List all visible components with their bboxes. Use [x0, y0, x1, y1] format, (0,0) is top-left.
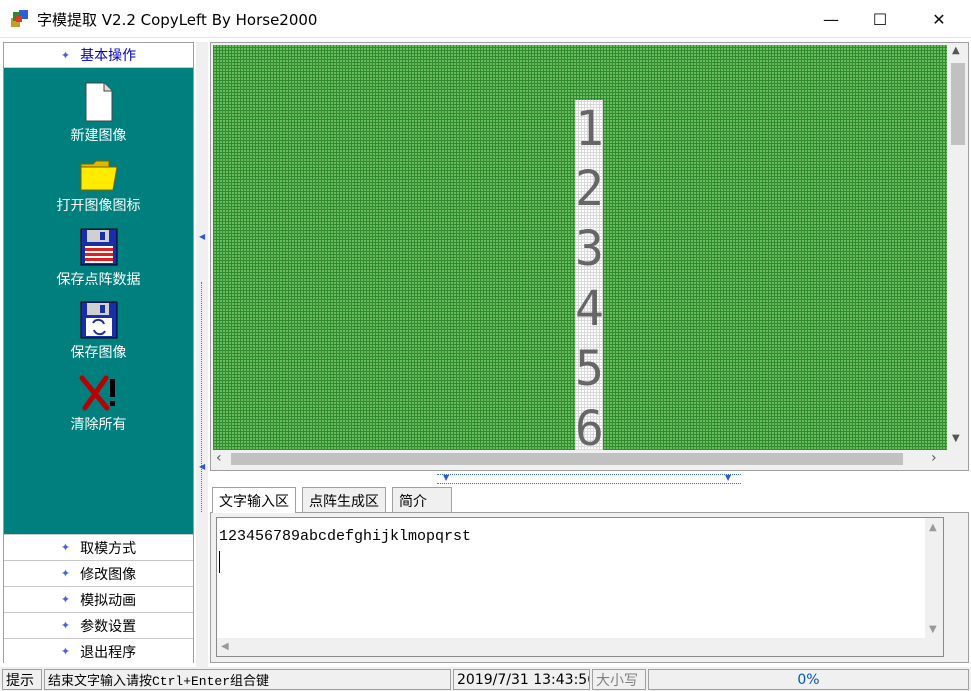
- status-datetime: 2019/7/31 13:43:56: [453, 669, 590, 690]
- tool-open-image[interactable]: 打开图像图标: [4, 158, 193, 215]
- tab-label: 文字输入区: [219, 493, 289, 510]
- collapse-left-icon[interactable]: ◀: [199, 462, 205, 471]
- tool-label: 新建图像: [70, 128, 127, 144]
- glyph-cell: 1: [575, 101, 604, 157]
- text-input-frame: 123456789abcdefghijklmopqrst ▲ ▼ ◀: [210, 512, 969, 663]
- menu-item-label: 取模方式: [80, 540, 137, 557]
- tab-bar: 文字输入区 点阵生成区 简介: [210, 487, 969, 513]
- clear-icon: [79, 375, 115, 411]
- tool-label: 保存点阵数据: [56, 272, 141, 288]
- tool-clear-all[interactable]: 清除所有: [4, 375, 193, 434]
- status-caps: 大小写: [592, 669, 646, 690]
- status-bar: 提示 结束文字输入请按Ctrl+Enter组合键 2019/7/31 13:43…: [0, 667, 971, 691]
- menu-item-edit-image[interactable]: ✦ 修改图像: [4, 560, 193, 586]
- collapse-down-icon[interactable]: ▼: [443, 473, 449, 482]
- maximize-button[interactable]: ☐: [857, 0, 903, 38]
- status-message: 结束文字输入请按Ctrl+Enter组合键: [44, 669, 451, 690]
- title-bar: 字模提取 V2.2 CopyLeft By Horse2000 — ☐ ✕: [0, 0, 971, 38]
- scroll-right-icon[interactable]: ›: [931, 450, 937, 466]
- scroll-left-icon[interactable]: ◀: [221, 641, 229, 652]
- collapse-down-icon[interactable]: ▼: [725, 473, 731, 482]
- text-vertical-scrollbar[interactable]: ▲ ▼: [925, 518, 943, 656]
- folder-icon: [80, 160, 118, 191]
- canvas-vertical-scrollbar[interactable]: ▲ ▼: [948, 43, 968, 448]
- menu-item-label: 参数设置: [80, 618, 137, 635]
- tool-label: 清除所有: [70, 417, 127, 433]
- diamond-icon: ✦: [60, 567, 71, 580]
- vertical-splitter[interactable]: ◀ ◀: [196, 42, 208, 667]
- glyph-cell: 3: [575, 221, 604, 277]
- new-file-icon: [85, 82, 112, 122]
- scrollbar-thumb[interactable]: [231, 453, 903, 465]
- panel-header-label: 基本操作: [80, 48, 137, 64]
- diamond-icon: ✦: [60, 645, 71, 658]
- menu-item-label: 修改图像: [80, 566, 137, 583]
- tab-text-input[interactable]: 文字输入区: [212, 487, 296, 513]
- canvas-frame: 1 2 3 4 5 6 ▲ ▼ ‹ ›: [210, 42, 969, 471]
- text-input-value[interactable]: 123456789abcdefghijklmopqrst: [219, 528, 471, 545]
- tool-save-image[interactable]: 保存图像: [4, 301, 193, 362]
- glyph-cell: 6: [575, 401, 604, 450]
- window-title: 字模提取 V2.2 CopyLeft By Horse2000: [37, 11, 318, 29]
- tool-label: 保存图像: [70, 345, 127, 361]
- diamond-icon: ✦: [60, 541, 71, 554]
- pixel-grid[interactable]: 1 2 3 4 5 6: [213, 45, 947, 450]
- text-caret: [219, 551, 220, 573]
- save-disk-icon: [80, 228, 117, 266]
- tool-area: 新建图像 打开图像图标 保存点阵数据 保存图像 清除所有: [4, 68, 193, 534]
- minimize-icon: —: [823, 9, 839, 29]
- menu-item-settings[interactable]: ✦ 参数设置: [4, 612, 193, 638]
- diamond-icon: ✦: [60, 619, 71, 632]
- scrollbar-thumb[interactable]: [951, 63, 965, 145]
- tab-label: 简介: [399, 493, 427, 510]
- close-button[interactable]: ✕: [916, 0, 962, 38]
- tab-label: 点阵生成区: [309, 493, 379, 510]
- tab-matrix-output[interactable]: 点阵生成区: [302, 487, 386, 513]
- tool-label: 打开图像图标: [56, 198, 141, 214]
- status-progress: 0%: [648, 669, 969, 690]
- save-image-icon: [80, 301, 117, 339]
- horizontal-splitter[interactable]: ▼ ▼: [437, 473, 741, 484]
- canvas-horizontal-scrollbar[interactable]: ‹ ›: [213, 450, 947, 468]
- app-icon: [11, 10, 28, 27]
- glyph-cell: 4: [575, 281, 604, 337]
- scroll-up-icon[interactable]: ▲: [929, 522, 937, 533]
- status-label: 提示: [2, 669, 42, 690]
- glyph-cell: 2: [575, 161, 604, 217]
- glyph-cell: 5: [575, 341, 604, 397]
- minimize-button[interactable]: —: [808, 0, 854, 38]
- diamond-icon: ✦: [60, 593, 71, 606]
- panel-header-basic[interactable]: ✦ 基本操作: [4, 43, 193, 68]
- menu-item-animation[interactable]: ✦ 模拟动画: [4, 586, 193, 612]
- diamond-icon: ✦: [60, 48, 71, 62]
- tab-about[interactable]: 简介: [392, 487, 452, 513]
- scroll-down-icon[interactable]: ▼: [929, 624, 937, 635]
- scroll-down-icon[interactable]: ▼: [952, 433, 960, 444]
- menu-item-label: 退出程序: [80, 644, 137, 661]
- tool-save-matrix[interactable]: 保存点阵数据: [4, 228, 193, 289]
- collapse-left-icon[interactable]: ◀: [199, 232, 205, 241]
- close-icon: ✕: [932, 9, 946, 29]
- maximize-icon: ☐: [872, 9, 888, 29]
- splitter-grip: [201, 282, 203, 512]
- tool-new-image[interactable]: 新建图像: [4, 82, 193, 145]
- text-horizontal-scrollbar[interactable]: ◀: [217, 638, 926, 656]
- scroll-left-icon[interactable]: ‹: [216, 450, 222, 466]
- menu-item-mode[interactable]: ✦ 取模方式: [4, 534, 193, 560]
- text-input-area[interactable]: 123456789abcdefghijklmopqrst ▲ ▼ ◀: [216, 517, 944, 657]
- left-panel: ✦ 基本操作 新建图像 打开图像图标 保存点阵数据 保存图像 清除所有 ✦ 取模…: [3, 42, 194, 664]
- scroll-up-icon[interactable]: ▲: [952, 45, 960, 56]
- menu-item-label: 模拟动画: [80, 592, 137, 609]
- glyph-strip: 1 2 3 4 5 6: [575, 100, 604, 450]
- menu-item-exit[interactable]: ✦ 退出程序: [4, 638, 193, 664]
